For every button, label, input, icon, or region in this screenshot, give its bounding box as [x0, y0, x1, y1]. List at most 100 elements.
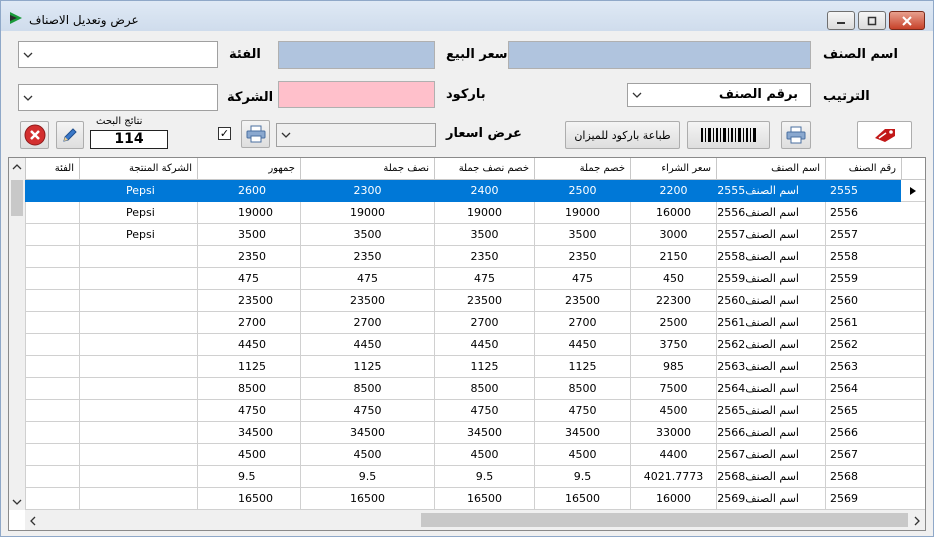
table-cell[interactable]: [79, 488, 197, 510]
table-row[interactable]: 2558 اسم الصنف2558 2150 2350 2350 2350 2350: [25, 246, 925, 268]
row-header[interactable]: [901, 488, 925, 510]
table-row[interactable]: 2565 اسم الصنف2565 4500 4750 4750 4750 4750: [25, 400, 925, 422]
table-row[interactable]: 2561 اسم الصنف2561 2500 2700 2700 2700 2700: [25, 312, 925, 334]
table-cell[interactable]: 1125: [300, 356, 434, 378]
table-cell[interactable]: 7500: [630, 378, 716, 400]
table-row[interactable]: 2556 اسم الصنف2556 16000 19000 19000 19000 190…: [25, 202, 925, 224]
table-cell[interactable]: 2350: [197, 246, 300, 268]
row-header[interactable]: [901, 268, 925, 290]
table-cell[interactable]: 3000: [630, 224, 716, 246]
row-header[interactable]: [901, 290, 925, 312]
horizontal-scrollbar[interactable]: [25, 510, 925, 530]
table-cell[interactable]: 4500: [300, 444, 434, 466]
column-header[interactable]: اسم الصنف: [716, 158, 825, 180]
table-cell[interactable]: 3500: [197, 224, 300, 246]
table-cell[interactable]: 2568: [825, 466, 901, 488]
table-row[interactable]: 2563 اسم الصنف2563 985 1125 1125 1125 1125: [25, 356, 925, 378]
table-cell[interactable]: 450: [630, 268, 716, 290]
edit-barcode-button[interactable]: [857, 121, 912, 149]
table-cell[interactable]: [79, 290, 197, 312]
table-cell[interactable]: 3500: [434, 224, 534, 246]
table-cell[interactable]: 2555: [825, 180, 901, 202]
table-cell[interactable]: 475: [300, 268, 434, 290]
table-cell[interactable]: [79, 246, 197, 268]
table-cell[interactable]: [25, 334, 79, 356]
table-cell[interactable]: 2567: [825, 444, 901, 466]
table-cell[interactable]: 4450: [434, 334, 534, 356]
table-cell[interactable]: اسم الصنف2562: [716, 334, 825, 356]
table-cell[interactable]: 475: [534, 268, 630, 290]
table-cell[interactable]: 475: [197, 268, 300, 290]
table-cell[interactable]: اسم الصنف2565: [716, 400, 825, 422]
table-row[interactable]: 2568 اسم الصنف2568 4021.7773 9.5 9.5 9.5 9.5: [25, 466, 925, 488]
close-button[interactable]: [889, 11, 925, 30]
table-cell[interactable]: اسم الصنف2564: [716, 378, 825, 400]
table-cell[interactable]: 16500: [534, 488, 630, 510]
table-cell[interactable]: [25, 444, 79, 466]
table-cell[interactable]: 4400: [630, 444, 716, 466]
column-header[interactable]: خصم جملة: [534, 158, 630, 180]
table-row[interactable]: 2557 اسم الصنف2557 3000 3500 3500 3500 3500 Pep…: [25, 224, 925, 246]
barcode-print-button[interactable]: [687, 121, 770, 149]
table-cell[interactable]: 9.5: [197, 466, 300, 488]
table-cell[interactable]: 2560: [825, 290, 901, 312]
table-cell[interactable]: 2556: [825, 202, 901, 224]
table-cell[interactable]: 16500: [300, 488, 434, 510]
table-cell[interactable]: 1125: [534, 356, 630, 378]
table-cell[interactable]: 34500: [434, 422, 534, 444]
table-cell[interactable]: [79, 334, 197, 356]
column-header[interactable]: رقم الصنف: [825, 158, 901, 180]
table-cell[interactable]: [79, 268, 197, 290]
table-cell[interactable]: 2300: [300, 180, 434, 202]
table-cell[interactable]: 2700: [197, 312, 300, 334]
table-cell[interactable]: 9.5: [300, 466, 434, 488]
table-cell[interactable]: 2600: [197, 180, 300, 202]
table-cell[interactable]: 2350: [434, 246, 534, 268]
table-row[interactable]: 2562 اسم الصنف2562 3750 4450 4450 4450 4450: [25, 334, 925, 356]
table-row[interactable]: 2559 اسم الصنف2559 450 475 475 475 475: [25, 268, 925, 290]
table-cell[interactable]: [25, 246, 79, 268]
table-cell[interactable]: 23500: [300, 290, 434, 312]
table-cell[interactable]: [25, 180, 79, 202]
table-row[interactable]: 2569 اسم الصنف2569 16000 16500 16500 16500 165…: [25, 488, 925, 510]
column-header[interactable]: الشركة المنتجة: [79, 158, 197, 180]
table-cell[interactable]: 4021.7773: [630, 466, 716, 488]
table-cell[interactable]: [25, 268, 79, 290]
table-cell[interactable]: 2700: [434, 312, 534, 334]
column-header[interactable]: سعر الشراء: [630, 158, 716, 180]
table-cell[interactable]: 1125: [197, 356, 300, 378]
table-cell[interactable]: 2557: [825, 224, 901, 246]
show-prices-combo[interactable]: [276, 123, 436, 147]
table-cell[interactable]: 16500: [434, 488, 534, 510]
table-cell[interactable]: 19000: [434, 202, 534, 224]
item-name-field[interactable]: [508, 41, 811, 69]
table-cell[interactable]: 4450: [534, 334, 630, 356]
table-cell[interactable]: [79, 444, 197, 466]
table-cell[interactable]: [79, 312, 197, 334]
table-cell[interactable]: 2700: [534, 312, 630, 334]
table-cell[interactable]: 1125: [434, 356, 534, 378]
print-scale-barcode-button[interactable]: طباعة باركود للميزان: [565, 121, 680, 149]
table-cell[interactable]: 4450: [300, 334, 434, 356]
table-cell[interactable]: اسم الصنف2560: [716, 290, 825, 312]
table-cell[interactable]: اسم الصنف2559: [716, 268, 825, 290]
table-cell[interactable]: 2564: [825, 378, 901, 400]
table-cell[interactable]: 3750: [630, 334, 716, 356]
table-cell[interactable]: 16000: [630, 202, 716, 224]
table-cell[interactable]: 8500: [434, 378, 534, 400]
column-header[interactable]: خصم نصف جملة: [434, 158, 534, 180]
table-cell[interactable]: [25, 312, 79, 334]
table-cell[interactable]: 2400: [434, 180, 534, 202]
row-header[interactable]: [901, 202, 925, 224]
print-button[interactable]: [781, 121, 811, 149]
table-cell[interactable]: 8500: [534, 378, 630, 400]
sort-combo[interactable]: برقم الصنف: [627, 83, 811, 107]
table-cell[interactable]: 19000: [534, 202, 630, 224]
row-header[interactable]: [901, 400, 925, 422]
print-prices-button[interactable]: [241, 120, 270, 148]
table-cell[interactable]: اسم الصنف2557: [716, 224, 825, 246]
table-cell[interactable]: 4750: [197, 400, 300, 422]
table-cell[interactable]: 2559: [825, 268, 901, 290]
table-cell[interactable]: 2562: [825, 334, 901, 356]
table-cell[interactable]: 2150: [630, 246, 716, 268]
